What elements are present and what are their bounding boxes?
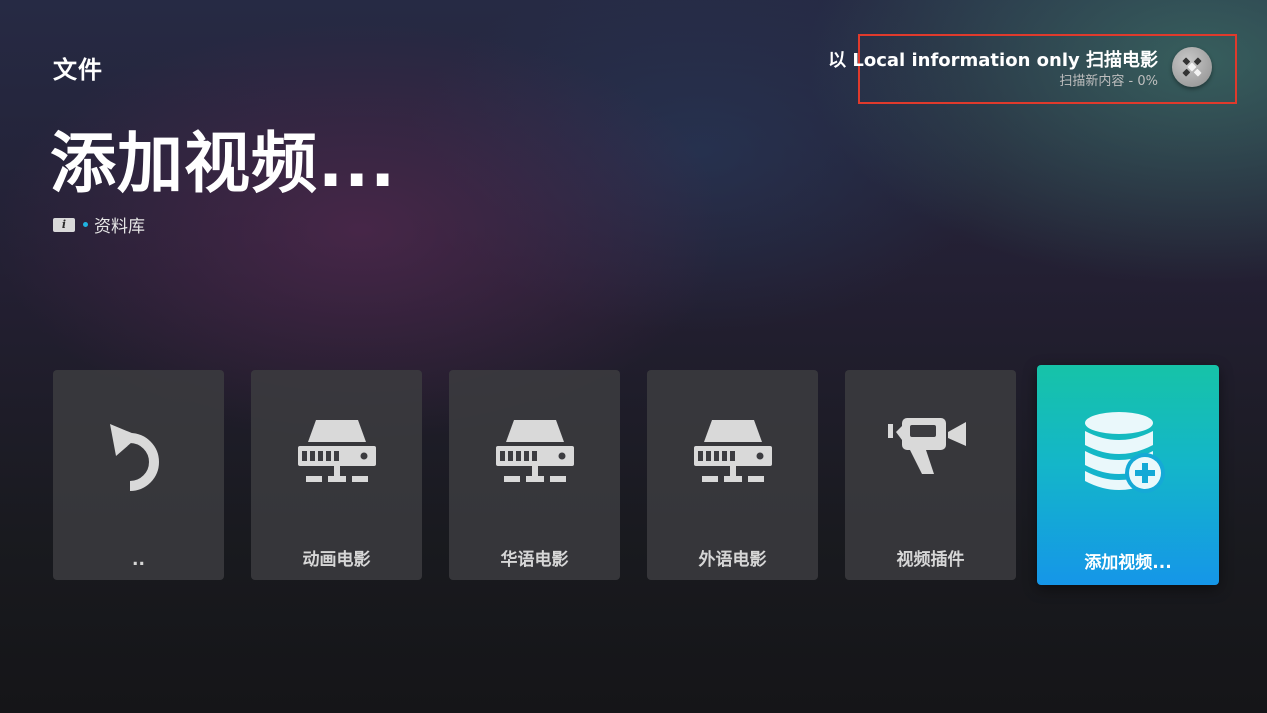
section-label: 文件: [53, 56, 103, 84]
scan-progress-text: 扫描新内容 - 0%: [1059, 74, 1158, 89]
tile-add-videos[interactable]: 添加视频...: [1037, 365, 1219, 585]
page-title: 添加视频...: [50, 125, 397, 202]
tile-label: 视频插件: [896, 550, 965, 570]
tile-label: 华语电影: [500, 550, 569, 570]
breadcrumb-label: 资料库: [94, 217, 145, 237]
tile-video-addons[interactable]: 视频插件: [845, 370, 1016, 580]
video-camera-icon: [886, 412, 976, 502]
info-icon[interactable]: i: [53, 217, 75, 232]
back-arrow-icon: [94, 412, 184, 502]
tile-label: ..: [132, 550, 145, 570]
network-drive-icon: [292, 412, 382, 502]
tile-label: 外语电影: [698, 550, 767, 570]
screen: 文件 添加视频... i 资料库 以 Local information onl…: [0, 0, 1267, 713]
add-database-icon: [1083, 409, 1173, 499]
scan-notification: 以 Local information only 扫描电影 扫描新内容 - 0%: [828, 34, 1237, 104]
tile-label: 添加视频...: [1084, 553, 1172, 573]
tile-source-animation[interactable]: 动画电影: [251, 370, 422, 580]
kodi-logo-icon: [1172, 47, 1212, 87]
tile-parent-folder[interactable]: ..: [53, 370, 224, 580]
scan-title: 以 Local information only 扫描电影: [828, 50, 1158, 71]
network-drive-icon: [688, 412, 778, 502]
tile-source-foreign-movies[interactable]: 外语电影: [647, 370, 818, 580]
breadcrumb: i 资料库: [53, 212, 145, 237]
network-drive-icon: [490, 412, 580, 502]
tile-source-chinese-movies[interactable]: 华语电影: [449, 370, 620, 580]
breadcrumb-separator-dot: [83, 222, 88, 227]
tile-label: 动画电影: [302, 550, 371, 570]
